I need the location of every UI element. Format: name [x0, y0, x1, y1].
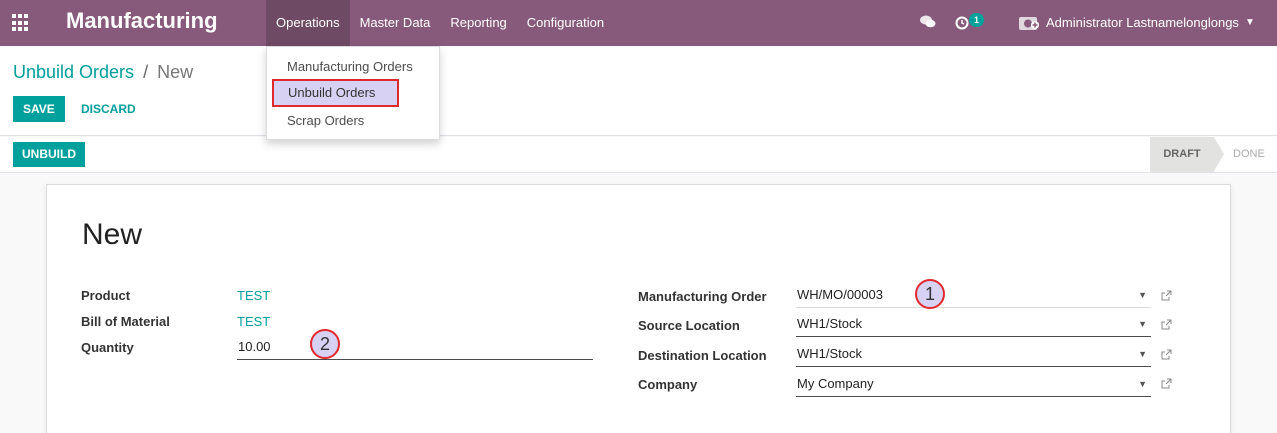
quantity-input[interactable]: 10.00 — [237, 336, 593, 360]
product-value[interactable]: TEST — [237, 288, 270, 303]
callout-marker-1: 1 — [915, 279, 945, 309]
breadcrumb-parent[interactable]: Unbuild Orders — [13, 62, 134, 82]
stage-done: DONE — [1233, 148, 1265, 160]
chat-icon[interactable] — [920, 15, 936, 29]
control-panel: Unbuild Orders / New SAVE DISCARD — [0, 46, 1277, 136]
manufacturing-order-label: Manufacturing Order — [638, 289, 767, 304]
dropdown-item-unbuild-orders[interactable]: Unbuild Orders — [272, 79, 399, 107]
caret-down-icon: ▼ — [1244, 16, 1255, 28]
external-link-icon[interactable] — [1161, 349, 1172, 360]
activity-count-badge: 1 — [969, 13, 985, 27]
company-label: Company — [638, 377, 698, 392]
apps-menu-icon[interactable] — [12, 14, 30, 32]
stage-arrow — [1214, 137, 1224, 171]
breadcrumb-separator: / — [143, 62, 149, 82]
menu-master-data[interactable]: Master Data — [350, 0, 441, 46]
discard-button[interactable]: DISCARD — [80, 96, 137, 122]
destination-location-value: WH1/Stock — [797, 346, 863, 361]
user-menu[interactable]: Administrator Lastnamelonglongs ▼ — [1018, 13, 1255, 31]
destination-location-label: Destination Location — [638, 348, 767, 363]
menu-operations[interactable]: Operations — [266, 0, 350, 46]
manufacturing-order-value: WH/MO/00003 — [797, 287, 883, 302]
caret-down-icon: ▼ — [1138, 379, 1147, 389]
record-title: New — [82, 218, 143, 251]
user-name: Administrator Lastnamelonglongs — [1046, 14, 1239, 30]
external-link-icon[interactable] — [1161, 378, 1172, 389]
company-value: My Company — [797, 376, 874, 391]
caret-down-icon: ▼ — [1138, 349, 1147, 359]
clock-icon — [955, 16, 969, 30]
external-link-icon[interactable] — [1161, 290, 1172, 301]
destination-location-select[interactable]: WH1/Stock ▼ — [796, 343, 1151, 367]
stage-draft: DRAFT — [1150, 137, 1214, 172]
app-title[interactable]: Manufacturing — [66, 8, 218, 34]
unbuild-button[interactable]: UNBUILD — [13, 142, 85, 167]
caret-down-icon: ▼ — [1138, 319, 1147, 329]
save-button[interactable]: SAVE — [13, 96, 65, 122]
form-sheet: New Product TEST Bill of Material TEST Q… — [46, 184, 1231, 433]
bom-label: Bill of Material — [81, 314, 170, 329]
menu-reporting[interactable]: Reporting — [440, 0, 516, 46]
main-menu: Operations Master Data Reporting Configu… — [266, 0, 614, 46]
dropdown-item-scrap-orders[interactable]: Scrap Orders — [287, 113, 364, 128]
status-bar: UNBUILD DRAFT DONE — [0, 137, 1277, 173]
top-navbar: Manufacturing Operations Master Data Rep… — [0, 0, 1277, 46]
product-label: Product — [81, 288, 131, 303]
dropdown-item-manufacturing-orders[interactable]: Manufacturing Orders — [287, 59, 413, 74]
operations-dropdown: Manufacturing Orders Unbuild Orders Scra… — [266, 46, 440, 140]
callout-marker-2: 2 — [310, 329, 340, 359]
menu-configuration[interactable]: Configuration — [517, 0, 614, 46]
external-link-icon[interactable] — [1161, 319, 1172, 330]
company-select[interactable]: My Company ▼ — [796, 373, 1151, 397]
quantity-label: Quantity — [81, 340, 134, 355]
bom-value[interactable]: TEST — [237, 314, 270, 329]
manufacturing-order-select[interactable]: WH/MO/00003 ▼ — [796, 284, 1151, 308]
breadcrumb: Unbuild Orders / New — [13, 62, 193, 83]
caret-down-icon: ▼ — [1138, 290, 1147, 300]
activity-button[interactable]: 1 — [955, 12, 985, 34]
source-location-select[interactable]: WH1/Stock ▼ — [796, 313, 1151, 337]
company-avatar-icon — [1019, 17, 1039, 30]
breadcrumb-current: New — [157, 62, 194, 82]
source-location-label: Source Location — [638, 318, 740, 333]
source-location-value: WH1/Stock — [797, 316, 863, 331]
